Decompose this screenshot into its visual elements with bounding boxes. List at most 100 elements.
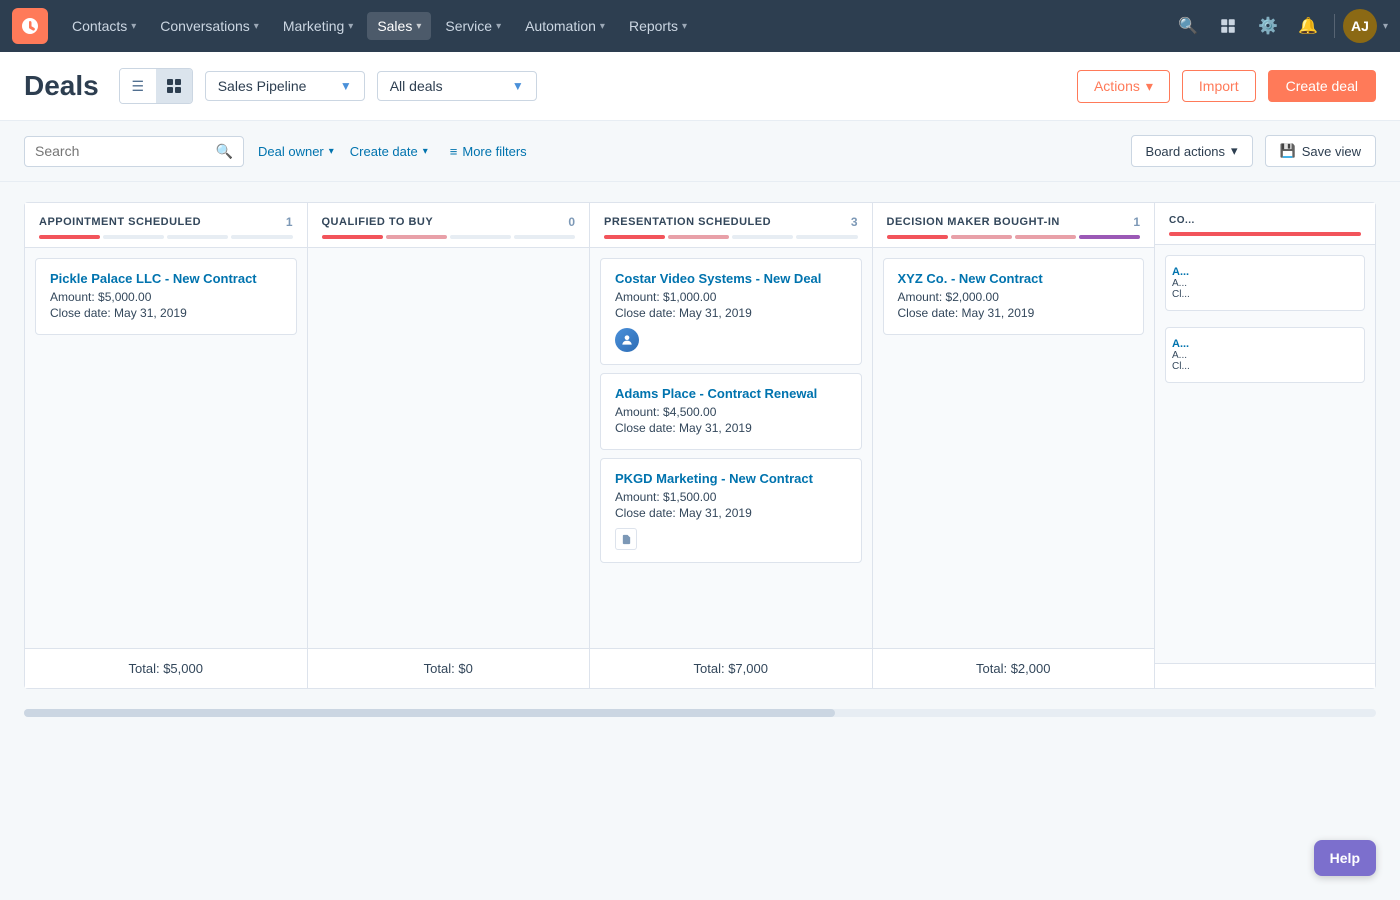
deal-date-partial: Cl... xyxy=(1172,361,1358,372)
col-count: 0 xyxy=(568,215,575,229)
settings-icon-button[interactable]: ⚙️ xyxy=(1250,8,1286,44)
column-appointment-scheduled: APPOINTMENT SCHEDULED 1 Pickle Palace LL… xyxy=(25,203,308,688)
bar-indicator xyxy=(1015,235,1076,239)
bar-indicator xyxy=(103,235,164,239)
deal-card[interactable]: PKGD Marketing - New Contract Amount: $1… xyxy=(600,458,862,563)
help-button[interactable]: Help xyxy=(1314,840,1376,876)
nav-conversations[interactable]: Conversations ▾ xyxy=(150,12,269,40)
notifications-icon-button[interactable]: 🔔 xyxy=(1290,8,1326,44)
col-body xyxy=(308,248,590,648)
board-actions-button[interactable]: Board actions ▾ xyxy=(1131,135,1253,167)
bar-indicator xyxy=(604,235,665,239)
deal-owner-avatar xyxy=(615,328,639,352)
chevron-down-icon: ▾ xyxy=(600,21,605,32)
create-date-filter[interactable]: Create date ▾ xyxy=(348,138,430,165)
search-input[interactable] xyxy=(35,143,210,159)
deal-title-partial: A... xyxy=(1172,338,1358,350)
deal-card-partial[interactable]: A... A... Cl... xyxy=(1165,255,1365,311)
chevron-down-icon: ▾ xyxy=(682,21,687,32)
nav-contacts[interactable]: Contacts ▾ xyxy=(62,12,146,40)
bar-indicator xyxy=(732,235,793,239)
column-qualified-to-buy: QUALIFIED TO BUY 0 Total: $0 xyxy=(308,203,591,688)
col-header-appointment-scheduled: APPOINTMENT SCHEDULED 1 xyxy=(25,203,307,248)
pipeline-dropdown-arrow-icon: ▼ xyxy=(340,79,352,93)
deal-title[interactable]: PKGD Marketing - New Contract xyxy=(615,471,847,486)
deal-owner-filter[interactable]: Deal owner ▾ xyxy=(256,138,336,165)
hubspot-logo[interactable] xyxy=(12,8,48,44)
bar-indicator xyxy=(668,235,729,239)
col-title: DECISION MAKER BOUGHT-IN xyxy=(887,216,1060,228)
horizontal-scrollbar[interactable] xyxy=(24,709,1376,717)
nav-service[interactable]: Service ▾ xyxy=(435,12,511,40)
nav-icon-group: 🔍 ⚙️ 🔔 AJ ▾ xyxy=(1170,8,1388,44)
bar-indicator xyxy=(39,235,100,239)
column-presentation-scheduled: PRESENTATION SCHEDULED 3 Costar Video Sy… xyxy=(590,203,873,688)
user-avatar[interactable]: AJ xyxy=(1343,9,1377,43)
chevron-down-icon: ▾ xyxy=(416,21,421,32)
col-header-decision-maker: DECISION MAKER BOUGHT-IN 1 xyxy=(873,203,1155,248)
bar-indicator xyxy=(386,235,447,239)
deal-avatar-row xyxy=(615,328,847,352)
search-box: 🔍 xyxy=(24,136,244,167)
view-toggle: ☰ xyxy=(119,68,193,104)
top-navigation: Contacts ▾ Conversations ▾ Marketing ▾ S… xyxy=(0,0,1400,52)
deal-card[interactable]: Costar Video Systems - New Deal Amount: … xyxy=(600,258,862,365)
deal-title[interactable]: Pickle Palace LLC - New Contract xyxy=(50,271,282,286)
more-filters-button[interactable]: ≡ More filters xyxy=(442,138,535,165)
deal-title-partial: A... xyxy=(1172,266,1358,278)
deal-amount: Amount: $5,000.00 xyxy=(50,290,282,304)
page-header: Deals ☰ Sales Pipeline ▼ All deals ▼ Act… xyxy=(0,52,1400,121)
col-body: Pickle Palace LLC - New Contract Amount:… xyxy=(25,248,307,648)
deal-icon-row xyxy=(615,528,847,550)
deal-owner-chevron-icon: ▾ xyxy=(329,146,334,157)
col-body: Costar Video Systems - New Deal Amount: … xyxy=(590,248,872,648)
col-count: 1 xyxy=(286,215,293,229)
create-date-chevron-icon: ▾ xyxy=(423,146,428,157)
deal-title[interactable]: XYZ Co. - New Contract xyxy=(898,271,1130,286)
search-icon-button[interactable]: 🔍 xyxy=(1170,8,1206,44)
deal-board: APPOINTMENT SCHEDULED 1 Pickle Palace LL… xyxy=(0,182,1400,709)
actions-chevron-icon: ▾ xyxy=(1146,78,1153,95)
deal-card[interactable]: Pickle Palace LLC - New Contract Amount:… xyxy=(35,258,297,335)
nav-automation[interactable]: Automation ▾ xyxy=(515,12,615,40)
pipeline-dropdown[interactable]: Sales Pipeline ▼ xyxy=(205,71,365,101)
col-footer: Total: $2,000 xyxy=(873,648,1155,688)
import-button[interactable]: Import xyxy=(1182,70,1256,102)
bar-indicator xyxy=(1079,235,1140,239)
chevron-down-icon: ▾ xyxy=(131,21,136,32)
avatar-chevron-icon: ▾ xyxy=(1383,21,1388,32)
grid-view-button[interactable] xyxy=(156,69,192,103)
deal-card[interactable]: XYZ Co. - New Contract Amount: $2,000.00… xyxy=(883,258,1145,335)
nav-sales[interactable]: Sales ▾ xyxy=(367,12,431,40)
deal-amount-partial: A... xyxy=(1172,350,1358,361)
board-columns: APPOINTMENT SCHEDULED 1 Pickle Palace LL… xyxy=(24,202,1376,689)
deal-title[interactable]: Adams Place - Contract Renewal xyxy=(615,386,847,401)
filter-dropdown-arrow-icon: ▼ xyxy=(512,79,524,93)
save-view-button[interactable]: 💾 Save view xyxy=(1265,135,1376,167)
nav-reports[interactable]: Reports ▾ xyxy=(619,12,697,40)
deal-close-date: Close date: May 31, 2019 xyxy=(615,306,847,320)
col-footer: Total: $5,000 xyxy=(25,648,307,688)
scrollbar-thumb[interactable] xyxy=(24,709,835,717)
list-view-button[interactable]: ☰ xyxy=(120,69,156,103)
deal-close-date: Close date: May 31, 2019 xyxy=(615,421,847,435)
filter-dropdown[interactable]: All deals ▼ xyxy=(377,71,537,101)
col-footer: Total: $7,000 xyxy=(590,648,872,688)
deal-close-date: Close date: May 31, 2019 xyxy=(615,506,847,520)
search-icon: 🔍 xyxy=(216,143,233,160)
board-actions-chevron-icon: ▾ xyxy=(1231,143,1238,159)
deal-title[interactable]: Costar Video Systems - New Deal xyxy=(615,271,847,286)
col-count: 3 xyxy=(851,215,858,229)
col-footer: Total: $0 xyxy=(308,648,590,688)
bar-indicator xyxy=(514,235,575,239)
nav-marketing[interactable]: Marketing ▾ xyxy=(273,12,364,40)
deal-card[interactable]: Adams Place - Contract Renewal Amount: $… xyxy=(600,373,862,450)
create-deal-button[interactable]: Create deal xyxy=(1268,70,1376,102)
chevron-down-icon: ▾ xyxy=(348,21,353,32)
deal-card-partial[interactable]: A... A... Cl... xyxy=(1165,327,1365,383)
marketplace-icon-button[interactable] xyxy=(1210,8,1246,44)
actions-button[interactable]: Actions ▾ xyxy=(1077,70,1170,103)
col-body: XYZ Co. - New Contract Amount: $2,000.00… xyxy=(873,248,1155,648)
bar-indicator xyxy=(1169,232,1361,236)
bar-indicator xyxy=(450,235,511,239)
